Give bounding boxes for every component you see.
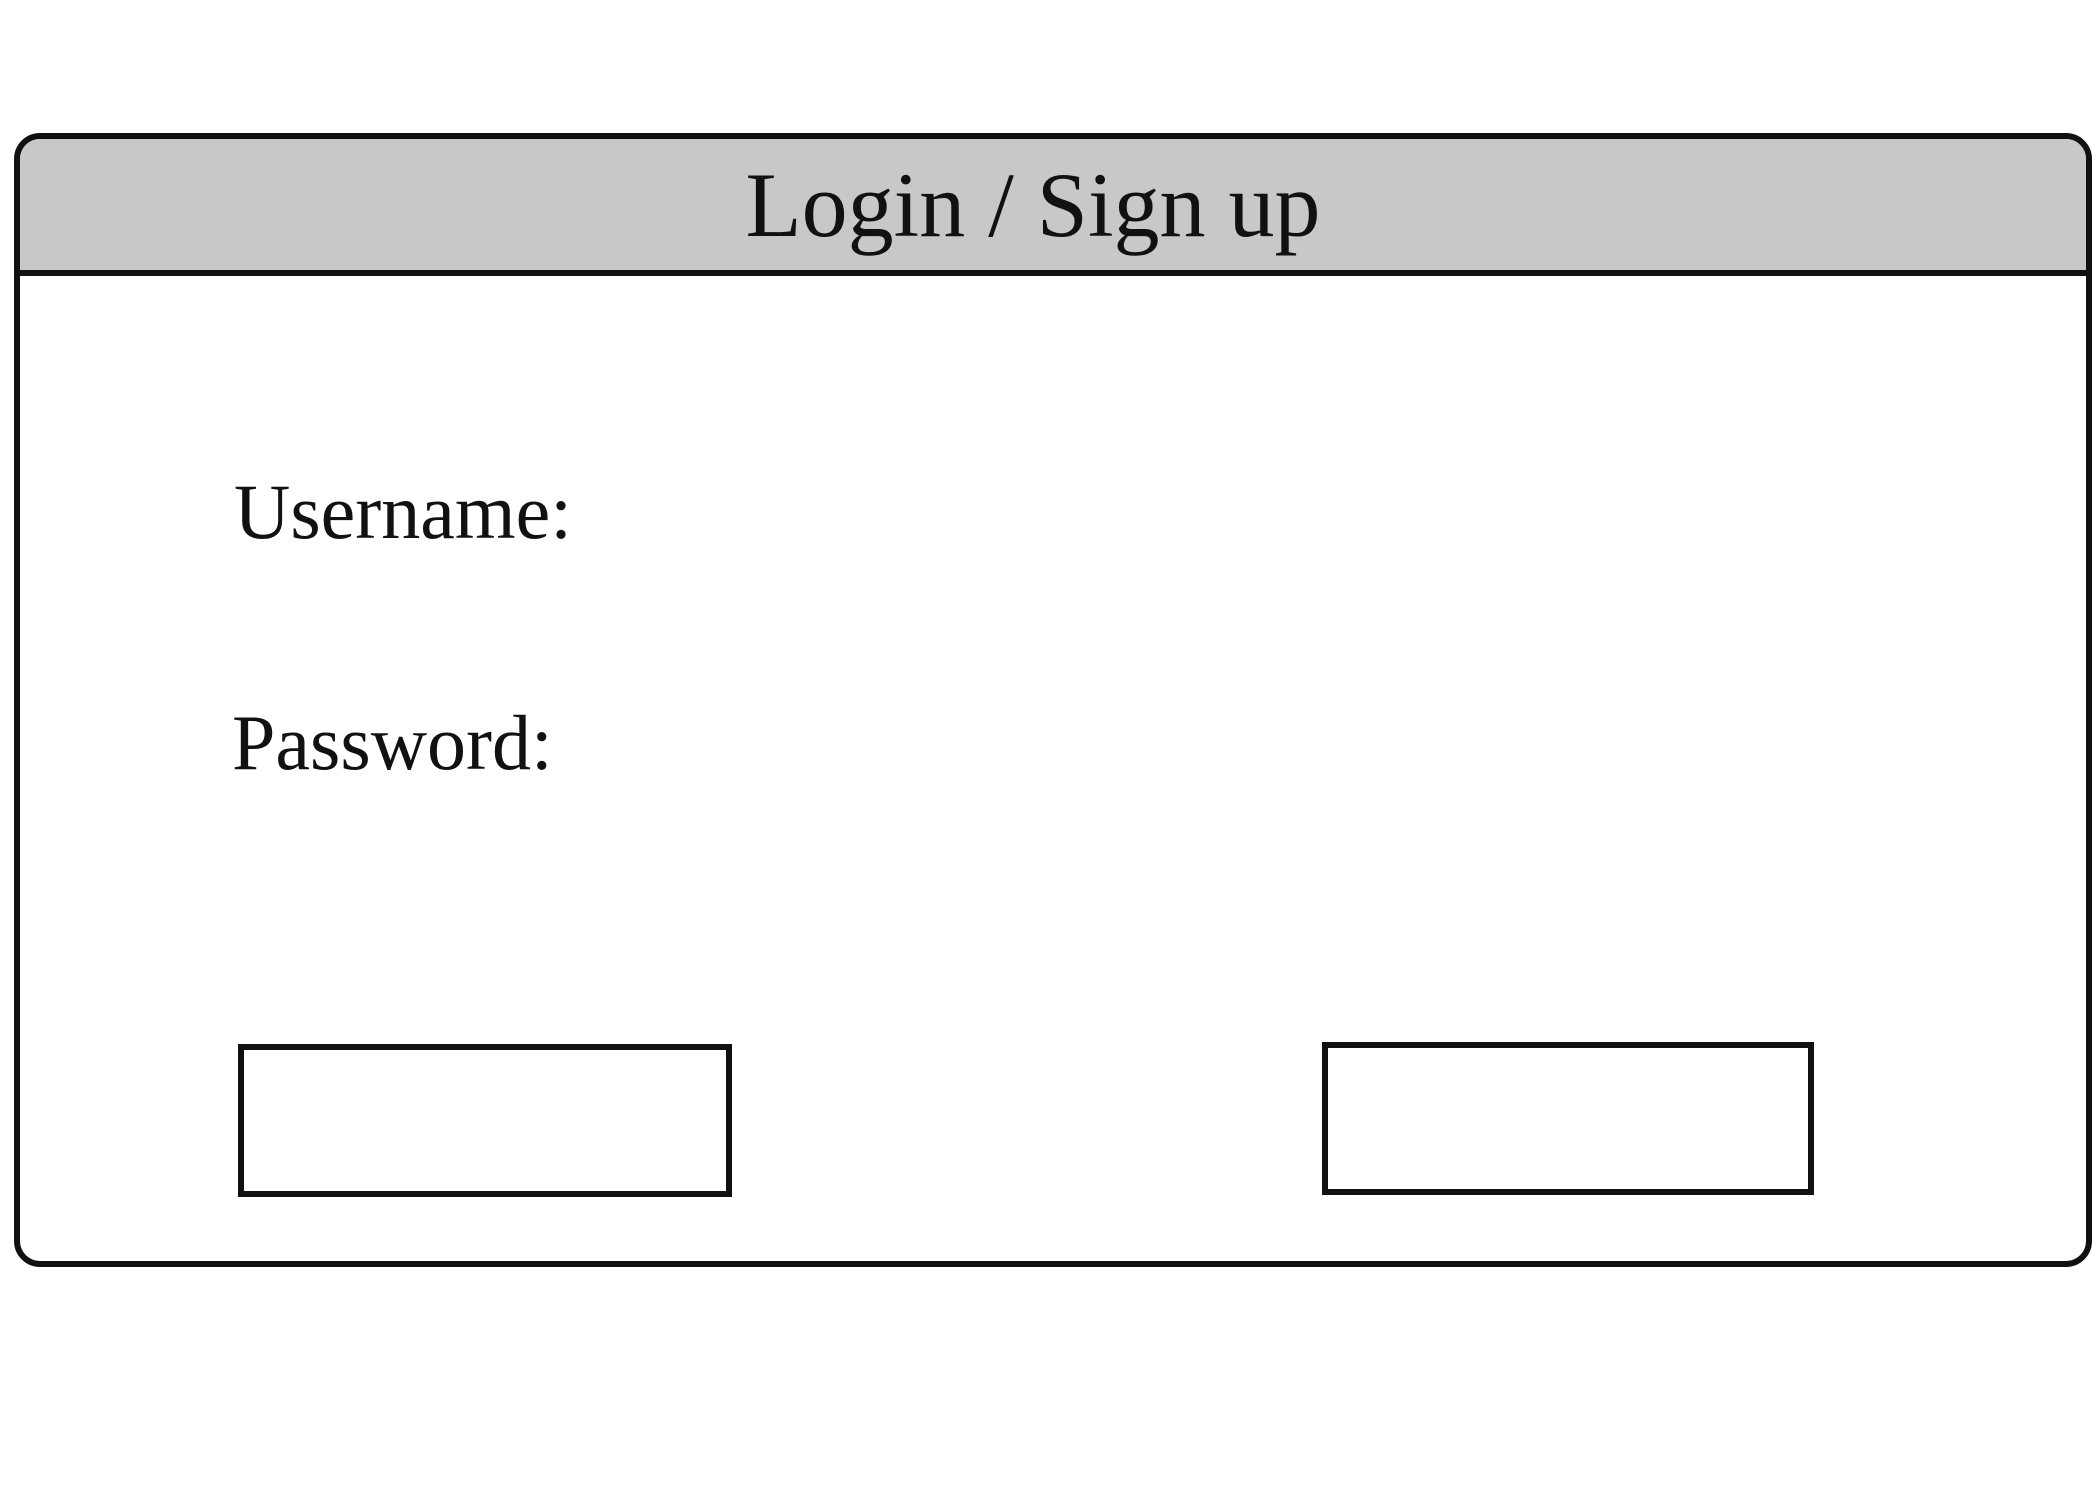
right-action-button[interactable] [1322, 1042, 1814, 1195]
window-title-bar: Login / Sign up [20, 139, 2086, 276]
username-label: Username: [234, 468, 572, 555]
login-signup-window: Login / Sign up Username: Password: [14, 133, 2092, 1267]
password-label: Password: [232, 699, 553, 786]
window-title: Login / Sign up [745, 153, 1321, 256]
left-action-button[interactable] [238, 1044, 732, 1197]
